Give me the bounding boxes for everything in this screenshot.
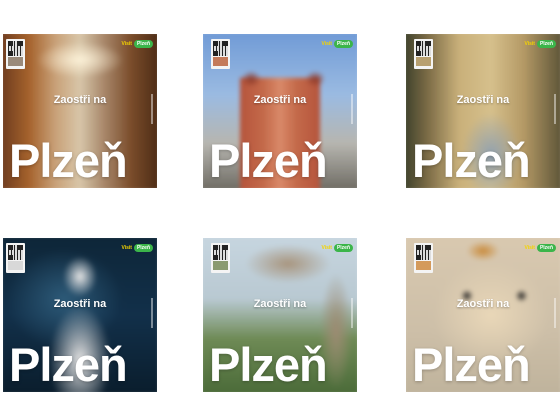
qr-thumbnail [8, 57, 23, 66]
poster-city-word: Plzeň [9, 134, 128, 187]
qr-code-icon [8, 41, 23, 56]
poster-tagline: Zaostři na [456, 298, 510, 310]
poster-dinosaur-park[interactable]: Visit Plzeň Zaostři na Plzeň [203, 238, 357, 392]
qr-thumbnail [8, 261, 23, 270]
qr-code-card [414, 39, 433, 69]
poster-brewery-gate[interactable]: Visit Plzeň Zaostři na Plzeň [406, 34, 560, 188]
poster-tagline: Zaostři na [456, 94, 510, 106]
poster-tagline: Zaostři na [253, 298, 307, 310]
visit-plzen-logo: Visit Plzeň [524, 244, 556, 252]
visit-plzen-logo: Visit Plzeň [121, 244, 153, 252]
qr-code-icon [213, 41, 228, 56]
qr-code-card [6, 243, 25, 273]
poster-city-word: Plzeň [9, 338, 128, 391]
poster-tagline: Zaostři na [253, 94, 307, 106]
poster-tagline: Zaostři na [53, 298, 107, 310]
poster-synagogue[interactable]: Visit Plzeň Zaostři na Plzeň [203, 34, 357, 188]
poster-side-strip [151, 298, 153, 328]
qr-thumbnail [416, 261, 431, 270]
poster-side-strip [554, 298, 556, 328]
qr-code-card [211, 243, 230, 273]
qr-code-icon [416, 41, 431, 56]
poster-city-word: Plzeň [209, 338, 328, 391]
poster-tagline: Zaostři na [53, 94, 107, 106]
poster-side-strip [554, 94, 556, 124]
visit-plzen-logo: Visit Plzeň [321, 244, 353, 252]
poster-puppet[interactable]: Visit Plzeň Zaostři na Plzeň [406, 238, 560, 392]
poster-city-word: Plzeň [412, 134, 531, 187]
poster-interior-hall[interactable]: Visit Plzeň Zaostři na Plzeň [3, 34, 157, 188]
poster-city-word: Plzeň [209, 134, 328, 187]
qr-thumbnail [213, 261, 228, 270]
poster-side-strip [151, 94, 153, 124]
qr-code-icon [213, 245, 228, 260]
qr-code-card [6, 39, 25, 69]
qr-thumbnail [213, 57, 228, 66]
qr-code-card [414, 243, 433, 273]
poster-side-strip [351, 94, 353, 124]
qr-code-icon [8, 245, 23, 260]
poster-city-word: Plzeň [412, 338, 531, 391]
visit-plzen-logo: Visit Plzeň [524, 40, 556, 48]
qr-code-icon [416, 245, 431, 260]
qr-thumbnail [416, 57, 431, 66]
poster-astronaut[interactable]: Visit Plzeň Zaostři na Plzeň [3, 238, 157, 392]
qr-code-card [211, 39, 230, 69]
visit-plzen-logo: Visit Plzeň [121, 40, 153, 48]
visit-plzen-logo: Visit Plzeň [321, 40, 353, 48]
poster-side-strip [351, 298, 353, 328]
